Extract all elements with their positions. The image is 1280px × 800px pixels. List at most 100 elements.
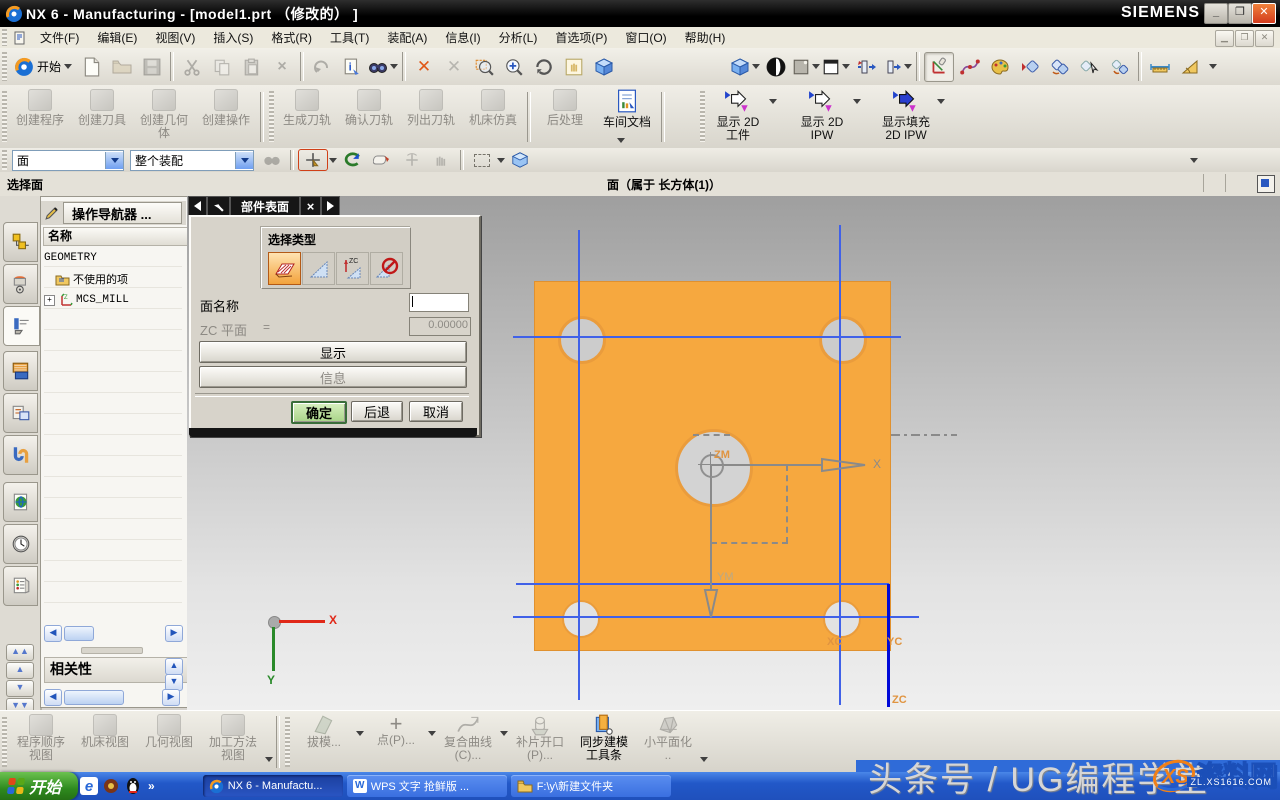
back-face-button[interactable] xyxy=(338,150,366,170)
machine-tool-view-button[interactable]: 机床视图 xyxy=(73,711,137,749)
cancel-button[interactable]: 取消 xyxy=(409,401,463,422)
info-button[interactable]: 信息 xyxy=(199,366,467,388)
type-none-button[interactable] xyxy=(370,252,403,285)
menu-view[interactable]: 视图(V) xyxy=(146,27,204,48)
view-orient-button[interactable] xyxy=(730,53,760,81)
tab-machine-tool-view[interactable] xyxy=(3,351,38,391)
dialog-close-tab-icon[interactable]: × xyxy=(300,196,321,215)
type-zc-plane-button[interactable]: ZC xyxy=(336,252,369,285)
constraint-curve-button[interactable] xyxy=(956,53,984,81)
navigator-title-button[interactable]: 操作导航器 ... xyxy=(63,202,182,224)
resource-scroll-up-button[interactable]: ▲ xyxy=(6,662,34,679)
background-button[interactable] xyxy=(792,53,820,81)
task-wps[interactable]: W WPS 文字 抢鲜版 ... xyxy=(347,775,507,797)
menu-format[interactable]: 格式(R) xyxy=(262,27,321,48)
geometry-view-button[interactable]: 几何视图 xyxy=(137,711,201,749)
new-file-button[interactable] xyxy=(78,53,106,81)
restore-button[interactable]: ❐ xyxy=(1228,3,1252,24)
show-filled-2d-ipw-arrow-icon[interactable] xyxy=(937,99,945,104)
shaded-face-button[interactable] xyxy=(368,150,396,170)
rotate-view-button[interactable] xyxy=(530,53,558,81)
display-button[interactable]: 显示 xyxy=(199,341,467,363)
scroll-left-icon[interactable]: ◀ xyxy=(44,689,62,706)
start-menu-button[interactable]: 开始 xyxy=(10,53,76,81)
scroll-right-icon[interactable]: ▶ xyxy=(162,689,180,706)
menu-window[interactable]: 窗口(O) xyxy=(616,27,675,48)
dependencies-hscrollbar[interactable]: ◀ ▶ xyxy=(44,689,180,705)
back-button[interactable]: 后退 xyxy=(351,401,403,422)
list-toolpath-button[interactable]: 列出刀轨 xyxy=(400,85,462,127)
hole-top-right[interactable] xyxy=(819,316,867,364)
close-part-button[interactable]: ✕ xyxy=(410,53,438,81)
clip-section-button[interactable] xyxy=(852,53,880,81)
view-toolbar-options-arrow-icon[interactable] xyxy=(265,757,273,762)
show-2d-workpiece-arrow-icon[interactable] xyxy=(769,99,777,104)
tab-assembly-navigator[interactable] xyxy=(3,222,38,262)
toolbar-grip[interactable] xyxy=(2,52,7,82)
deform-object-button[interactable] xyxy=(1106,53,1134,81)
quicklaunch-qq-icon[interactable] xyxy=(124,777,142,795)
resource-scroll-down-button[interactable]: ▼ xyxy=(6,680,34,697)
facet-body-button[interactable]: 小平面化 .. xyxy=(636,711,700,762)
type-filter-arrow-icon[interactable] xyxy=(105,152,123,169)
task-nx[interactable]: NX 6 - Manufactu... xyxy=(203,775,343,797)
dependencies-up-icon[interactable]: ▲ xyxy=(165,658,183,675)
synchronous-modeling-button[interactable]: 同步建模 工具条 xyxy=(572,711,636,762)
composite-curve-button[interactable]: 复合曲线 (C)... xyxy=(436,711,500,762)
paste-button[interactable] xyxy=(238,53,266,81)
machine-simulation-button[interactable]: 机床仿真 xyxy=(462,85,524,127)
delete-button[interactable]: × xyxy=(268,53,296,81)
tab-process-assistant[interactable] xyxy=(3,393,38,433)
rendering-style-button[interactable] xyxy=(762,53,790,81)
save-button[interactable] xyxy=(138,53,166,81)
tree-item-unused[interactable]: 不使用的项 xyxy=(55,270,128,288)
expand-plus-icon[interactable]: + xyxy=(44,295,55,306)
undo-button[interactable] xyxy=(308,53,336,81)
create-operation-button[interactable]: 创建操作 xyxy=(195,85,257,127)
postprocess-button[interactable]: 后处理 xyxy=(534,85,596,127)
scroll-thumb[interactable] xyxy=(64,690,124,705)
dialog-title-tab[interactable]: 部件表面 xyxy=(230,196,300,215)
composite-curve-arrow-icon[interactable] xyxy=(500,731,508,736)
mcs-y-arrow-icon[interactable] xyxy=(701,589,721,619)
copy-button[interactable] xyxy=(208,53,236,81)
draft-arrow-icon[interactable] xyxy=(356,731,364,736)
part-window-icon[interactable] xyxy=(13,31,27,45)
move-object-button[interactable] xyxy=(1016,53,1044,81)
zoom-in-out-button[interactable] xyxy=(500,53,528,81)
tab-history[interactable] xyxy=(3,524,38,564)
create-tool-button[interactable]: 创建刀具 xyxy=(71,85,133,127)
blue-horizontal-line-top[interactable] xyxy=(513,336,901,338)
quicklaunch-media-icon[interactable] xyxy=(102,777,120,795)
machining-method-view-button[interactable]: 加工方法 视图 xyxy=(201,711,265,762)
close-button[interactable]: ✕ xyxy=(1252,3,1276,24)
select-object-button[interactable] xyxy=(1076,53,1104,81)
zoom-box-button[interactable] xyxy=(470,53,498,81)
shop-documentation-button[interactable]: 车间文档 xyxy=(596,85,658,129)
find-button[interactable] xyxy=(368,53,398,81)
layer-card-button[interactable] xyxy=(822,53,850,81)
dialog-pointer-tab-icon[interactable] xyxy=(207,196,230,215)
type-filter-combo[interactable]: 面 xyxy=(12,150,124,171)
type-plane-button[interactable] xyxy=(302,252,335,285)
bottom-toolbar-overflow-arrow-icon[interactable] xyxy=(700,757,708,762)
snap-point-button[interactable] xyxy=(298,149,328,171)
menu-assemblies[interactable]: 装配(A) xyxy=(378,27,436,48)
pin-pencil-icon[interactable] xyxy=(44,206,59,221)
ok-button[interactable]: 确定 xyxy=(291,401,347,424)
minimize-button[interactable]: _ xyxy=(1204,3,1228,24)
scroll-left-icon[interactable]: ◀ xyxy=(44,625,62,642)
panel-splitter[interactable] xyxy=(81,647,143,654)
menu-analysis[interactable]: 分析(L) xyxy=(490,27,547,48)
rectangle-select-button[interactable] xyxy=(468,150,496,170)
snap-point-arrow-icon[interactable] xyxy=(329,158,337,163)
tab-constraint-navigator[interactable] xyxy=(3,264,38,304)
quicklaunch-ie-icon[interactable]: e xyxy=(80,777,98,795)
open-file-button[interactable] xyxy=(108,53,136,81)
solid-select-button[interactable] xyxy=(506,149,534,171)
measure-angle-button[interactable] xyxy=(1176,53,1204,81)
show-2d-ipw-button[interactable]: 显示 2D IPW xyxy=(791,85,853,142)
mdi-restore-button[interactable]: ❐ xyxy=(1235,30,1254,47)
selection-scope-combo[interactable]: 整个装配 xyxy=(130,150,254,171)
blue-vertical-line-left[interactable] xyxy=(578,230,580,700)
